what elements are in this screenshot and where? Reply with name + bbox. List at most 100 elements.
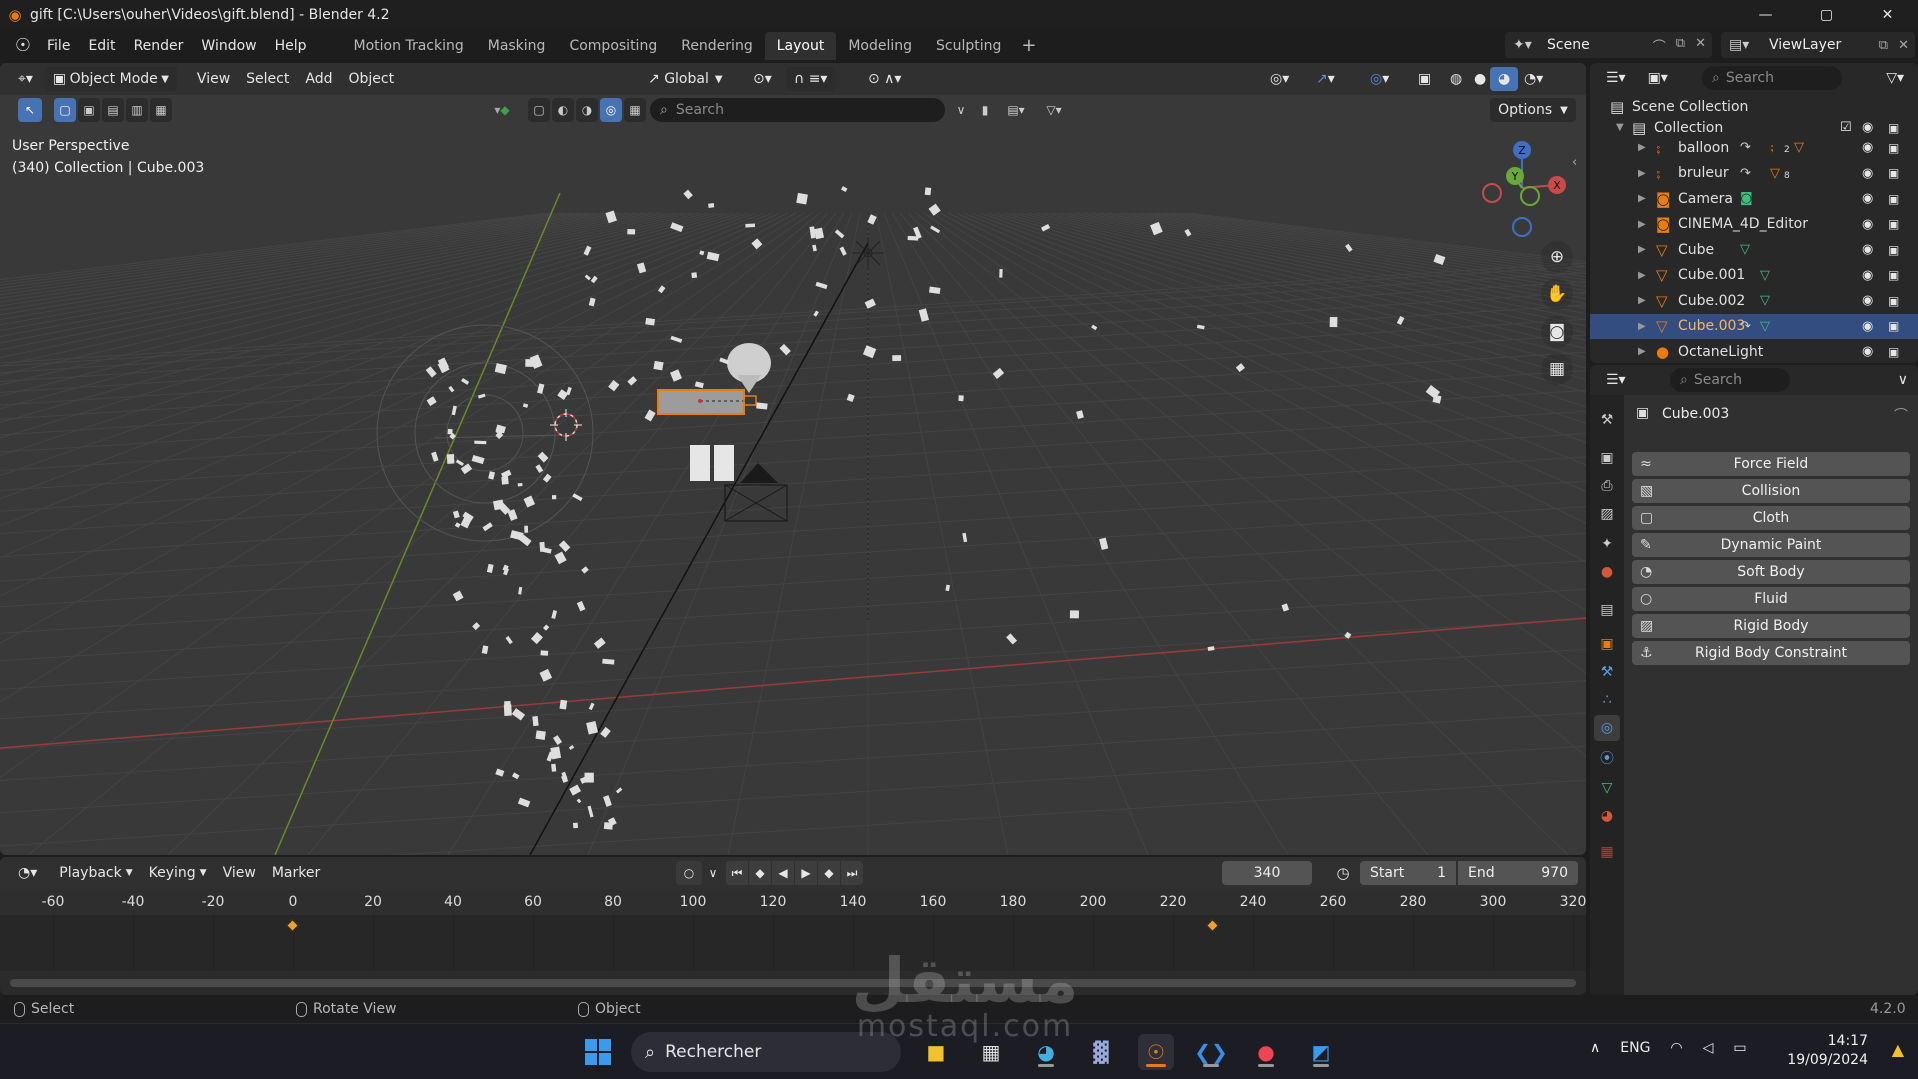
overlay-toggle-icon[interactable]: ◎ ▾ [1362, 67, 1397, 91]
tab-masking[interactable]: Masking [476, 32, 558, 60]
menu-marker[interactable]: Marker [264, 861, 328, 885]
eye-icon[interactable]: ◉ [1862, 242, 1873, 257]
tab-motion-tracking[interactable]: Motion Tracking [342, 32, 476, 60]
physics-button[interactable]: ▨ Rigid Body [1632, 614, 1910, 638]
paint-app-icon[interactable]: ◩ [1303, 1034, 1339, 1070]
windows-start-icon[interactable] [580, 1034, 616, 1070]
chevron-down-icon[interactable]: ∨ [702, 861, 724, 885]
outliner-item[interactable]: ▶ ▽ Cube.003 ◉ ▣ ▽ ↷ [1590, 313, 1918, 339]
language-indicator[interactable]: ENG [1620, 1040, 1650, 1056]
physics-button[interactable]: ≈ Force Field [1632, 452, 1910, 476]
menu-timeline-view[interactable]: View [215, 861, 264, 885]
tab-modeling[interactable]: Modeling [836, 32, 924, 60]
constraint-icon[interactable]: ↷ [1740, 319, 1751, 334]
tool-tab-icon[interactable]: ⚒ [1594, 407, 1620, 433]
constraint-icon[interactable]: ↷ [1740, 140, 1751, 155]
expand-arrow-icon[interactable]: ▶ [1638, 244, 1646, 255]
render-camera-icon[interactable]: ▣ [1888, 319, 1899, 333]
figma-icon[interactable]: ● [1248, 1034, 1284, 1070]
timeline-editor-type-icon[interactable]: ◔▾ [10, 861, 45, 885]
eye-icon[interactable]: ◉ [1862, 293, 1873, 308]
end-frame-field[interactable]: End 970 [1458, 861, 1578, 885]
mesh-child-icon[interactable]: ▽ [1794, 140, 1804, 155]
tab-sculpting[interactable]: Sculpting [924, 32, 1013, 60]
add-workspace-icon[interactable]: + [1013, 35, 1044, 56]
mesh-data-icon[interactable]: ▽ [1760, 293, 1770, 308]
texture-tab-icon[interactable]: ▦ [1594, 839, 1620, 865]
menu-view[interactable]: View [189, 67, 238, 91]
child-object-icon[interactable]: ⨟ [1770, 140, 1774, 155]
physics-button[interactable]: ▧ Collision [1632, 479, 1910, 503]
transform-orientation[interactable]: ↗ Global ▼ [640, 67, 731, 91]
constraints-tab-icon[interactable]: ⦿ [1594, 745, 1620, 771]
maximize-button[interactable]: ▢ [1796, 0, 1857, 29]
display-mode-icon[interactable]: ▣▾ [1640, 66, 1676, 90]
world-tab-icon[interactable]: ● [1594, 559, 1620, 585]
zoom-icon[interactable]: ⊕ [1541, 241, 1573, 273]
current-frame-field[interactable]: 340 [1222, 861, 1312, 885]
camera-view-icon[interactable]: ◙ [1541, 316, 1573, 348]
menu-file[interactable]: File [38, 32, 79, 60]
expand-arrow-icon[interactable]: ▶ [1638, 168, 1646, 179]
select-box-mode-icon[interactable]: ▢ [54, 98, 76, 122]
pin-icon[interactable]: ⌒ [1653, 36, 1666, 55]
stopwatch-icon[interactable]: ◷ [1332, 861, 1354, 885]
xray-toggle-icon[interactable]: ▣ [1410, 67, 1439, 91]
eye-icon[interactable]: ◉ [1862, 344, 1873, 359]
new-view-layer-icon[interactable]: ⧉ [1879, 38, 1888, 53]
store-icon[interactable]: ▦ [973, 1034, 1009, 1070]
scene-name[interactable]: Scene [1547, 37, 1590, 53]
bookmark-icon[interactable]: ▮ [976, 98, 994, 122]
outliner-item[interactable]: ▶ ⨟ balloon ◉ ▣ ↷ ⨟ 2 ▽ [1590, 135, 1918, 160]
outliner-item[interactable]: ▶ ▽ Cube.002 ◉ ▣ ▽ [1590, 288, 1918, 313]
physics-button[interactable]: ▢ Cloth [1632, 506, 1910, 530]
octane-render-icon[interactable]: ▾ ◆ [482, 98, 522, 122]
render-camera-icon[interactable]: ▣ [1888, 192, 1899, 206]
expand-arrow-icon[interactable]: ▶ [1638, 295, 1646, 306]
notification-bell-icon[interactable]: ▲ [1892, 1040, 1904, 1059]
tab-compositing[interactable]: Compositing [557, 32, 669, 60]
monitor-app-icon[interactable]: ▓ [1083, 1034, 1119, 1070]
menu-select[interactable]: Select [238, 67, 297, 91]
octane-mode-b-icon[interactable]: ◐ [552, 98, 574, 122]
pin-icon[interactable]: ⌒ [1894, 405, 1908, 425]
filter-icon[interactable]: ▽▾ [1878, 66, 1912, 90]
timeline-ruler[interactable]: -60 -40 -20 0 20 40 60 80 100 120 140 160 180 200 220 2… [0, 889, 1586, 915]
expand-arrow-icon[interactable]: ▶ [1638, 142, 1646, 153]
select-tool-icon[interactable]: ↖ [18, 98, 42, 122]
chevron-down-icon[interactable]: ∨ [1890, 368, 1916, 392]
scene-tab-icon[interactable]: ✦ [1594, 531, 1620, 557]
render-camera-icon[interactable]: ▣ [1888, 121, 1899, 135]
view-layer-name[interactable]: ViewLayer [1769, 37, 1841, 53]
delete-scene-icon[interactable]: ✕ [1695, 36, 1706, 55]
editor-type-icon[interactable]: ⌖▾ [10, 67, 41, 91]
volume-icon[interactable]: ◁ [1703, 1040, 1714, 1056]
physics-button[interactable]: ✎ Dynamic Paint [1632, 533, 1910, 557]
keyframe-marker[interactable] [286, 919, 299, 932]
select-extend-mode-icon[interactable]: ▣ [78, 98, 100, 122]
checkbox-icon[interactable]: ☑ [1840, 120, 1852, 135]
vscode-icon[interactable]: ❮❯ [1193, 1034, 1229, 1070]
scene-selector[interactable]: ✦▾ Scene ⌒ ⧉ ✕ [1505, 32, 1712, 58]
render-camera-icon[interactable]: ▣ [1888, 294, 1899, 308]
render-camera-icon[interactable]: ▣ [1888, 141, 1899, 155]
jump-end-icon[interactable]: ⏭ [841, 861, 863, 885]
pivot-point-icon[interactable]: ⊙▾ [745, 67, 780, 91]
physics-button[interactable]: ○ Fluid [1632, 587, 1910, 611]
render-camera-icon[interactable]: ▣ [1888, 243, 1899, 257]
octane-mode-c-icon[interactable]: ◑ [576, 98, 598, 122]
delete-view-layer-icon[interactable]: ✕ [1898, 38, 1909, 53]
octane-mode-e-icon[interactable]: ▦ [624, 98, 646, 122]
filter-icon[interactable]: ▽▾ [1036, 98, 1072, 122]
render-tab-icon[interactable]: ▣ [1594, 445, 1620, 471]
render-camera-icon[interactable]: ▣ [1888, 268, 1899, 282]
pan-hand-icon[interactable]: ✋ [1541, 278, 1573, 310]
mode-selector[interactable]: ▣ Object Mode ▼ [44, 67, 177, 91]
select-intersect-mode-icon[interactable]: ▦ [150, 98, 172, 122]
outliner-item[interactable]: ▶ ▽ Cube ◉ ▣ ▽ [1590, 237, 1918, 262]
expand-arrow-icon[interactable]: ▶ [1638, 346, 1646, 357]
outliner-item[interactable]: ▶ ◙ CINEMA_4D_Editor ◉ ▣ [1590, 212, 1918, 237]
keyframe-marker[interactable] [1206, 919, 1219, 932]
menu-add[interactable]: Add [297, 67, 340, 91]
timeline-keyframe-area[interactable] [0, 915, 1586, 971]
